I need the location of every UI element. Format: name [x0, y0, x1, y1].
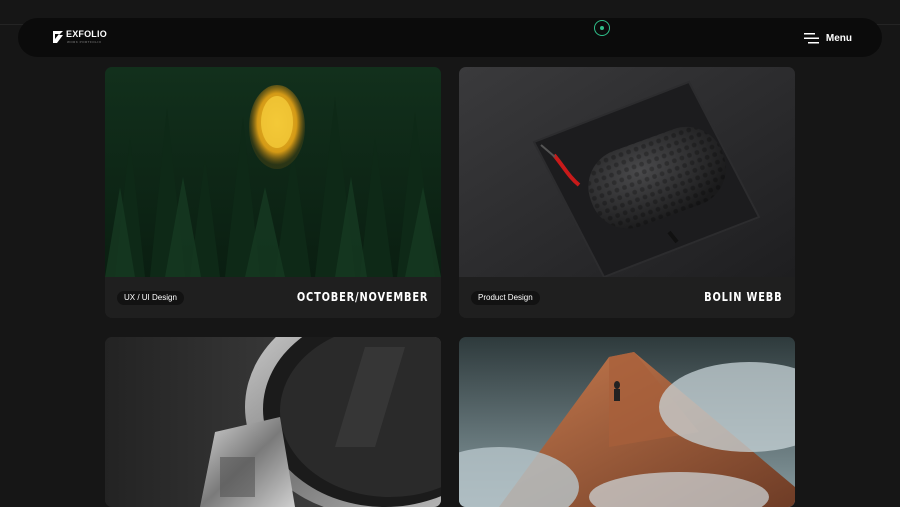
project-info: Product Design BOLIN WEBB: [459, 277, 795, 318]
hamburger-icon: [803, 33, 819, 44]
menu-label: Menu: [825, 32, 852, 44]
top-navbar: EXFOLIO WORK PORTFOLIO Menu: [18, 18, 882, 57]
project-title[interactable]: BOLIN WEBB: [704, 290, 782, 304]
brand-logo[interactable]: EXFOLIO WORK PORTFOLIO: [52, 29, 107, 45]
project-info: UX / UI Design OCTOBER/NOVEMBER: [105, 277, 441, 318]
project-image-watch: [105, 337, 441, 507]
project-card[interactable]: Product Design BOLIN WEBB: [459, 67, 795, 318]
project-title[interactable]: OCTOBER/NOVEMBER: [297, 290, 428, 304]
scroll-indicator-icon[interactable]: [594, 20, 610, 36]
project-card[interactable]: [459, 337, 795, 507]
menu-button[interactable]: Menu: [803, 31, 852, 45]
project-image-product: [459, 67, 795, 277]
project-card[interactable]: UX / UI Design OCTOBER/NOVEMBER: [105, 67, 441, 318]
category-tag[interactable]: UX / UI Design: [117, 291, 184, 305]
project-card[interactable]: [105, 337, 441, 507]
logo-mark-icon: [53, 31, 63, 43]
project-image-mountain: [459, 337, 795, 507]
project-image-forest: [105, 67, 441, 277]
brand-tagline: WORK PORTFOLIO: [67, 40, 102, 44]
brand-name: EXFOLIO: [66, 29, 107, 39]
category-tag[interactable]: Product Design: [471, 291, 540, 305]
